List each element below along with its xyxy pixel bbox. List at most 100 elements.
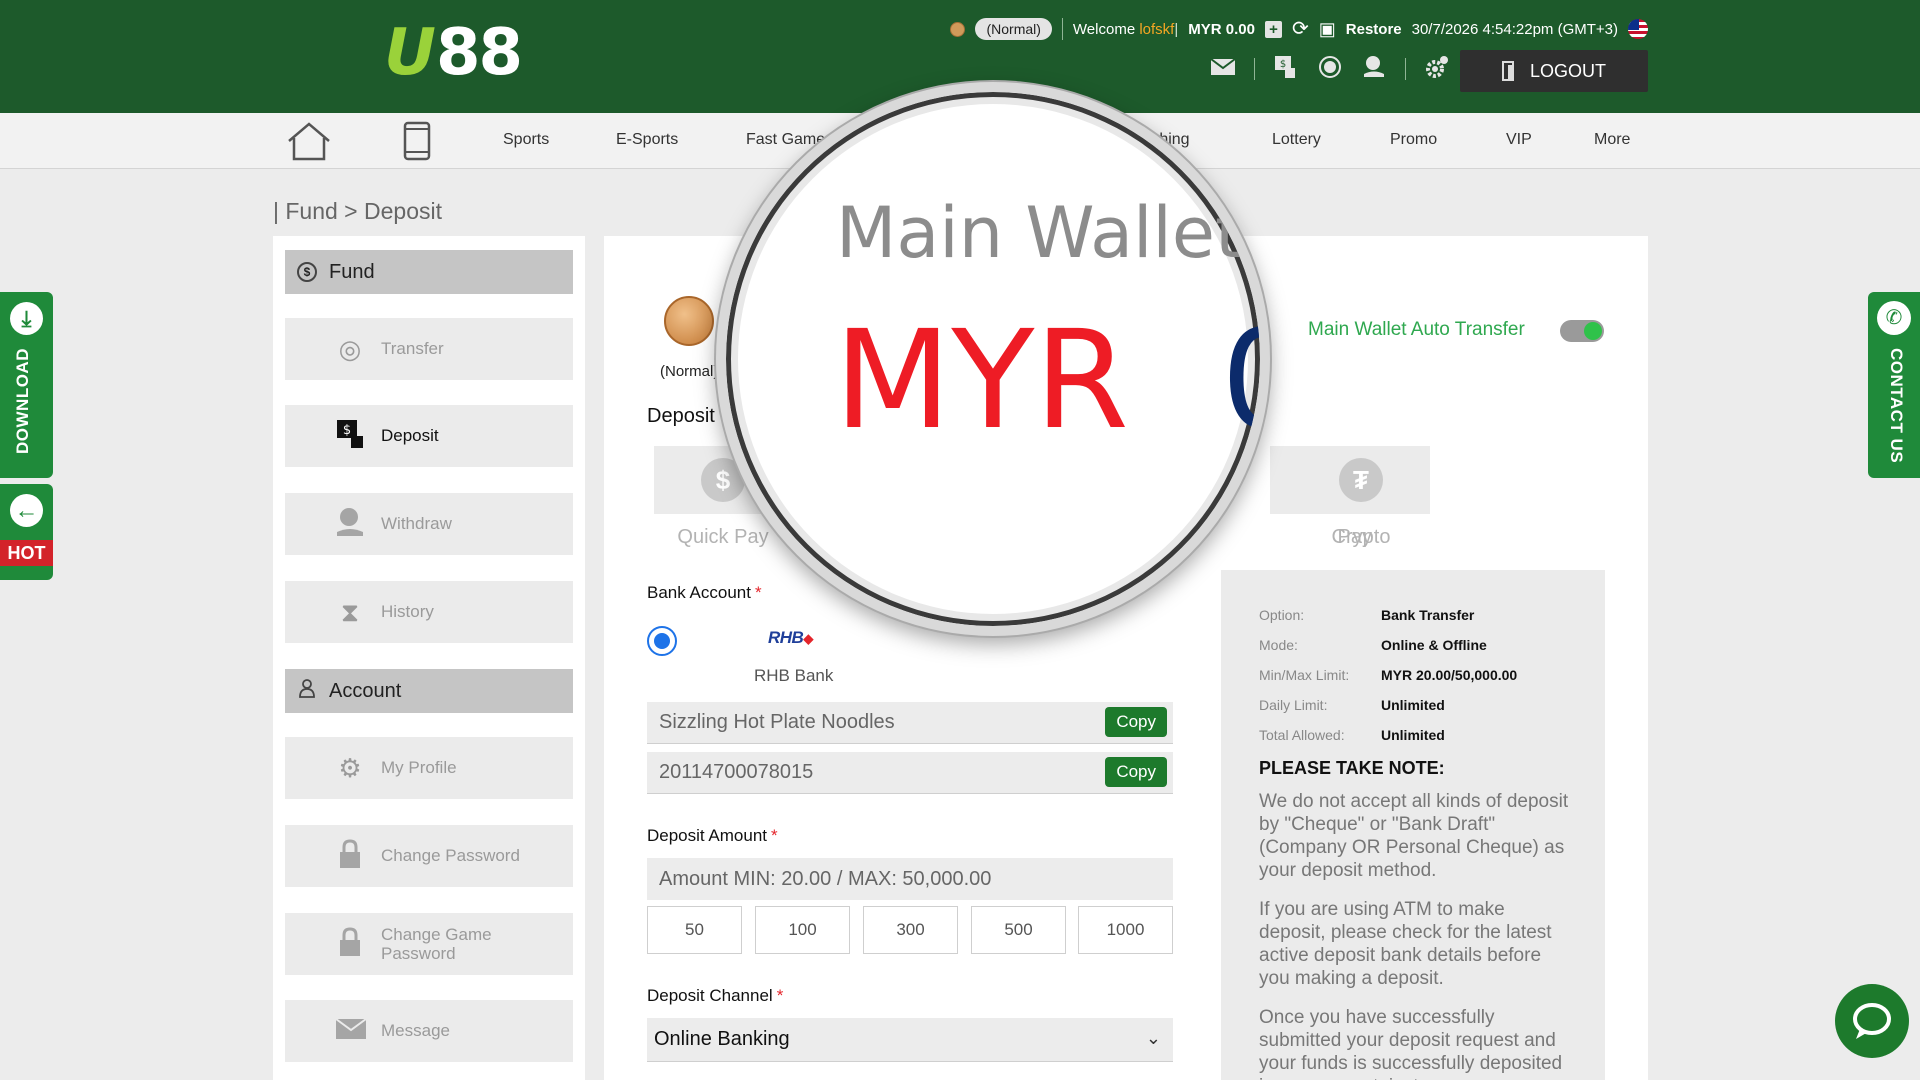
sidebar-item-transfer[interactable]: ◎ Transfer (285, 318, 573, 380)
sidebar-item-change-game-password[interactable]: Change Game Password (285, 913, 573, 975)
sidebar-item-withdraw[interactable]: Withdraw (285, 493, 573, 555)
contact-us-tab[interactable]: ✆ CONTACT US (1868, 292, 1920, 478)
transfer-icon: ◎ (338, 334, 362, 364)
account-name-field: Sizzling Hot Plate Noodles Copy (647, 702, 1173, 744)
divider (1254, 58, 1255, 80)
auto-transfer-toggle[interactable] (1560, 320, 1604, 342)
sidebar-item-message[interactable]: Message (285, 1000, 573, 1062)
copy-account-number-button[interactable]: Copy (1105, 757, 1167, 787)
sidebar-heading-fund: $ Fund (285, 250, 573, 294)
nav-promo[interactable]: Promo (1390, 131, 1437, 149)
mail-icon[interactable] (1210, 58, 1236, 80)
sidebar-heading-account: Account (285, 669, 573, 713)
transfer-icon[interactable] (1317, 54, 1343, 84)
quick-amount-100[interactable]: 100 (755, 906, 850, 954)
logo-number: 88 (435, 16, 523, 90)
nav-esports[interactable]: E-Sports (616, 131, 678, 149)
account-bar: (Normal) Welcome lofskf| MYR 0.00 + ⟳ ▣ … (950, 14, 1648, 44)
note-paragraph: We do not accept all kinds of deposit by… (1259, 791, 1569, 881)
sidebar-item-label: Transfer (381, 339, 444, 358)
info-value: Online & Offline (1381, 637, 1487, 653)
sidebar-heading-label: Fund (329, 260, 375, 283)
arrow-left-icon: ← (10, 494, 43, 527)
quick-amount-50[interactable]: 50 (647, 906, 742, 954)
quick-amount-300[interactable]: 300 (863, 906, 958, 954)
sidebar-item-label: Change Game Password (381, 925, 492, 963)
datetime: 30/7/2026 4:54:22pm (GMT+3) (1411, 20, 1618, 38)
restore-button[interactable]: Restore (1346, 21, 1402, 38)
download-tab[interactable]: ⤓ DOWNLOAD (0, 292, 53, 478)
nav-lottery[interactable]: Lottery (1272, 131, 1321, 149)
vip-level-badge[interactable]: (Normal) (975, 18, 1052, 40)
deposit-icon[interactable]: $ (1273, 54, 1299, 84)
svg-text:$: $ (343, 423, 351, 438)
deposit-channel-select[interactable]: Online Banking ⌄ (647, 1018, 1173, 1062)
logout-icon (1501, 61, 1514, 81)
home-icon[interactable] (286, 121, 332, 161)
sidebar-item-change-password[interactable]: Change Password (285, 825, 573, 887)
quick-icons: $ (1210, 52, 1450, 86)
chat-bubble-icon (1853, 1003, 1891, 1039)
welcome-text: Welcome lofskf| (1072, 20, 1179, 38)
breadcrumb: | Fund > Deposit (273, 198, 442, 224)
sidebar-item-my-profile[interactable]: ⚙ My Profile (285, 737, 573, 799)
info-key: Total Allowed: (1259, 727, 1345, 743)
wallet-icon[interactable]: ▣ (1319, 20, 1336, 38)
sidebar-item-label: Message (381, 1021, 450, 1040)
nav-sports[interactable]: Sports (503, 131, 549, 149)
settings-icon[interactable] (1424, 54, 1450, 84)
selected-channel: Online Banking (654, 1028, 790, 1050)
copy-account-name-button[interactable]: Copy (1105, 707, 1167, 737)
account-name-value: Sizzling Hot Plate Noodles (659, 711, 895, 733)
method-crypto[interactable]: ₮ (1292, 446, 1430, 514)
quick-amount-500[interactable]: 500 (971, 906, 1066, 954)
magnified-currency: MYR (834, 302, 1129, 460)
bank-account-label: Bank Account * (647, 583, 762, 602)
vip-level-label: (Normal) (660, 363, 719, 380)
add-funds-icon[interactable]: + (1264, 20, 1282, 38)
magnifier-overlay: Main Wallet B MYR 0 (716, 82, 1270, 636)
user-icon (297, 678, 317, 704)
info-value: Unlimited (1381, 697, 1445, 713)
logout-label: LOGOUT (1529, 60, 1606, 81)
info-key: Option: (1259, 607, 1305, 623)
hot-tab[interactable]: ← HOT (0, 484, 53, 580)
sidebar-item-history[interactable]: ⧗ History (285, 581, 573, 643)
lock-icon (335, 839, 365, 873)
logo-letter-u: U (384, 16, 436, 90)
crypto-icon: ₮ (1339, 458, 1383, 502)
mobile-icon[interactable] (402, 121, 432, 161)
info-key: Daily Limit: (1259, 697, 1328, 713)
rhb-logo: RHB◆ (768, 628, 813, 647)
withdraw-icon[interactable] (1361, 54, 1387, 84)
quick-amount-1000[interactable]: 1000 (1078, 906, 1173, 954)
withdraw-icon (335, 506, 365, 542)
vip-coin-icon (950, 21, 966, 37)
method-label: Quick Pay (677, 526, 769, 548)
deposit-channel-label: Deposit Channel * (647, 986, 784, 1005)
radio-dot (654, 633, 670, 649)
logout-button[interactable]: LOGOUT (1460, 50, 1648, 92)
dollar-icon: $ (297, 262, 317, 282)
deposit-method-label: Deposit (647, 405, 715, 427)
refresh-icon[interactable]: ⟳ (1292, 19, 1309, 39)
live-chat-button[interactable] (1835, 984, 1909, 1058)
note-paragraph: If you are using ATM to make deposit, pl… (1259, 899, 1552, 989)
vip-coin-icon (664, 296, 714, 346)
download-label: DOWNLOAD (13, 348, 32, 454)
malaysia-flag-icon[interactable] (1628, 19, 1648, 39)
divider (1061, 18, 1063, 40)
nav-more[interactable]: More (1594, 131, 1630, 149)
deposit-amount-input[interactable] (647, 858, 1173, 900)
sidebar-item-deposit[interactable]: $ Deposit (285, 405, 573, 467)
bank-radio[interactable] (647, 626, 677, 656)
gear-icon: ⚙ (338, 753, 362, 783)
lock-icon (335, 927, 365, 961)
sidebar-heading-label: Account (329, 679, 402, 702)
info-key: Mode: (1259, 637, 1298, 653)
info-value: Unlimited (1381, 727, 1445, 743)
note-paragraph: Once you have successfully submitted you… (1259, 1007, 1563, 1080)
nav-vip[interactable]: VIP (1506, 131, 1532, 149)
site-logo[interactable]: U 88 (384, 16, 523, 90)
hot-label: HOT (0, 540, 53, 566)
